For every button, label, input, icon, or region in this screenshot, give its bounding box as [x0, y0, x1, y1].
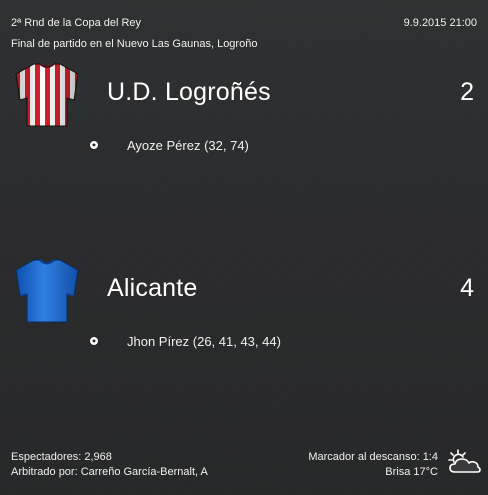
- referee-label: Arbitrado por: Carreño García-Bernalt, A: [11, 466, 208, 478]
- home-team-name[interactable]: U.D. Logroñés: [107, 78, 271, 107]
- competition-label: 2ª Rnd de la Copa del Rey: [11, 17, 142, 29]
- blue-shirt-icon: [15, 259, 79, 323]
- home-team-score: 2: [460, 78, 474, 106]
- weather-label: Brisa 17°C: [385, 466, 438, 478]
- home-team-section: U.D. Logroñés 2 Ayoze Pérez (32, 74): [0, 60, 488, 170]
- match-report-panel: 2ª Rnd de la Copa del Rey 9.9.2015 21:00…: [0, 0, 488, 495]
- away-team-name[interactable]: Alicante: [107, 274, 198, 303]
- away-team-score: 4: [460, 274, 474, 302]
- halftime-score-label: Marcador al descanso: 1:4: [308, 451, 438, 463]
- away-scorers-row: Jhon Pírez (26, 41, 43, 44): [89, 332, 281, 350]
- red-white-striped-shirt-icon: [15, 63, 79, 127]
- match-venue-status: Final de partido en el Nuevo Las Gaunas,…: [11, 38, 258, 50]
- football-icon: [89, 140, 99, 150]
- away-team-section: Alicante 4 Jhon Pírez (26, 41, 43, 44): [0, 256, 488, 366]
- home-scorers[interactable]: Ayoze Pérez (32, 74): [127, 138, 249, 153]
- home-scorers-row: Ayoze Pérez (32, 74): [89, 136, 249, 154]
- football-icon: [89, 336, 99, 346]
- partly-cloudy-icon: [448, 449, 481, 473]
- away-scorers[interactable]: Jhon Pírez (26, 41, 43, 44): [127, 334, 281, 349]
- match-datetime: 9.9.2015 21:00: [403, 17, 477, 29]
- attendance-label: Espectadores: 2,968: [11, 451, 112, 463]
